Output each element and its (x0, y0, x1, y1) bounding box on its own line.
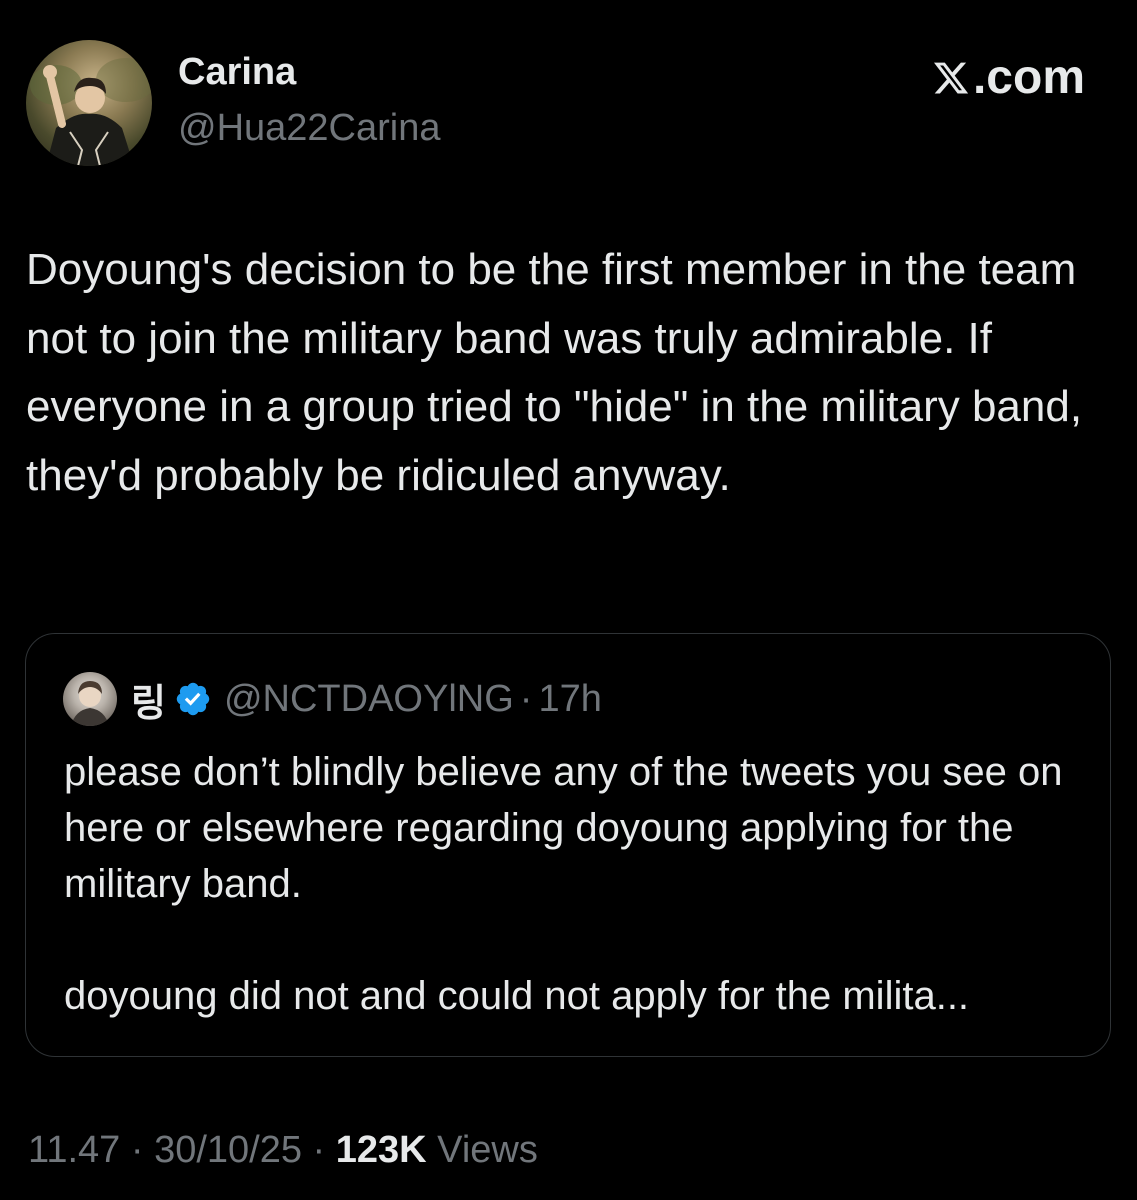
verified-badge-icon (176, 682, 210, 716)
author-display-name[interactable]: Carina (178, 50, 296, 94)
tweet-text: Doyoung's decision to be the first membe… (26, 245, 1083, 500)
quoted-timestamp[interactable]: 17h (538, 678, 601, 721)
quoted-separator: · (519, 677, 533, 720)
quoted-author-avatar-image (71, 681, 109, 726)
quoted-author-avatar (63, 672, 117, 726)
quoted-author-handle[interactable]: @NCTDAOYlNG (224, 678, 514, 721)
meta-separator: · (301, 1129, 336, 1171)
author-avatar-image (30, 58, 152, 166)
quoted-tweet-card[interactable]: 링 @NCTDAOYlNG · 17h please don’t blindly… (25, 633, 1111, 1057)
site-label: .com (932, 50, 1085, 106)
tweet-meta: 11.47 · 30/10/25 · 123K Views (28, 1126, 538, 1174)
quoted-author-display-name[interactable]: 링 (131, 672, 166, 727)
site-label-text: .com (972, 51, 1085, 104)
views-count: 123K (335, 1129, 427, 1171)
meta-separator: · (120, 1129, 155, 1171)
author-handle[interactable]: @Hua22Carina (178, 106, 441, 150)
quoted-tweet-text: please don’t blindly believe any of the … (64, 750, 1063, 1018)
x-logo-icon (933, 62, 969, 94)
author-avatar[interactable] (26, 40, 152, 166)
tweet-time[interactable]: 11.47 (28, 1129, 120, 1171)
tweet-date[interactable]: 30/10/25 (154, 1129, 302, 1171)
quoted-tweet-header: 링 @NCTDAOYlNG · 17h (63, 672, 602, 726)
views-label: Views (437, 1129, 538, 1171)
